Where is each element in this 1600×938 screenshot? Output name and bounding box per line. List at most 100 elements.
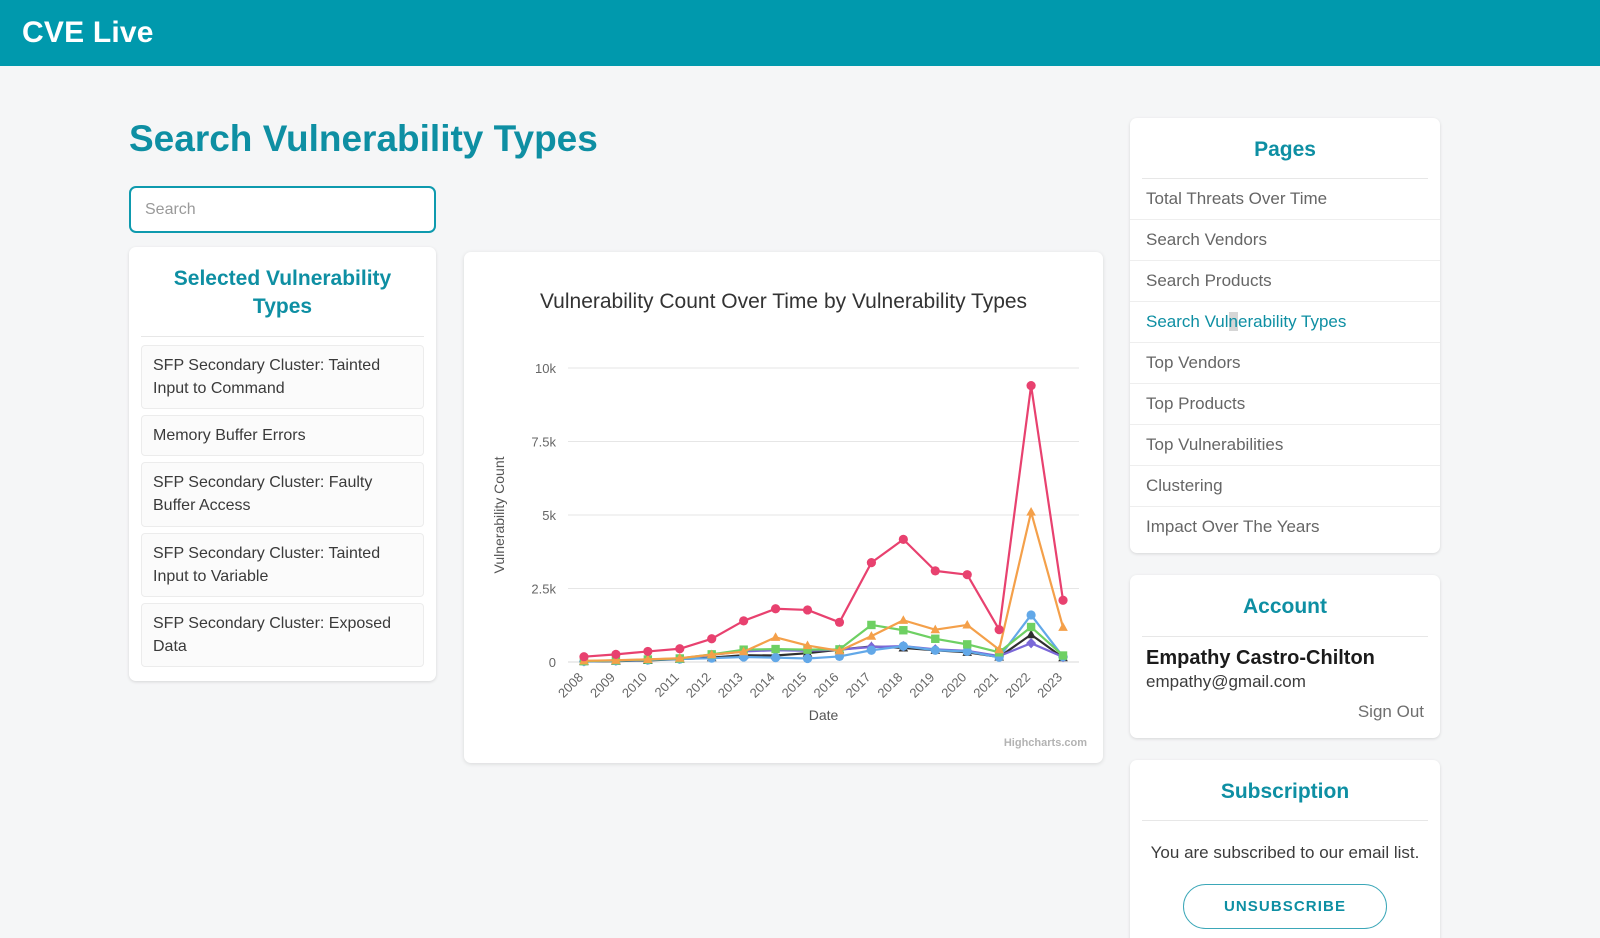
brand-title: CVE Live <box>22 16 154 50</box>
series-point[interactable] <box>899 535 908 544</box>
series-point[interactable] <box>579 652 588 661</box>
series-point[interactable] <box>931 566 940 575</box>
chart-series <box>579 610 1067 666</box>
app-header: CVE Live <box>0 0 1600 66</box>
sign-out-link[interactable]: Sign Out <box>1146 702 1424 722</box>
x-axis-tick-label: 2016 <box>811 670 842 701</box>
x-axis-tick-label: 2013 <box>715 670 746 701</box>
y-axis-tick-label: 5k <box>542 508 556 523</box>
subscription-body: You are subscribed to our email list. UN… <box>1130 821 1440 938</box>
series-point[interactable] <box>1026 638 1036 648</box>
series-point[interactable] <box>803 605 812 614</box>
x-axis-tick-label: 2010 <box>619 670 650 701</box>
series-point[interactable] <box>771 653 780 662</box>
unsubscribe-button[interactable]: UNSUBSCRIBE <box>1183 884 1387 929</box>
series-point[interactable] <box>611 650 620 659</box>
sidebar-item-total-threats-over-time[interactable]: Total Threats Over Time <box>1130 179 1440 220</box>
selected-types-heading: Selected Vulnerability Types <box>141 247 424 337</box>
y-axis-tick-label: 7.5k <box>531 435 556 450</box>
chart-plot[interactable]: 02.5k5k7.5k10k20082009201020112012201320… <box>464 252 1103 763</box>
series-point[interactable] <box>771 604 780 613</box>
series-point[interactable] <box>963 640 971 648</box>
x-axis-tick-label: 2009 <box>587 670 618 701</box>
series-point[interactable] <box>899 615 909 624</box>
series-point[interactable] <box>995 625 1004 634</box>
selected-type-item[interactable]: Memory Buffer Errors <box>141 415 424 456</box>
series-point[interactable] <box>1026 381 1035 390</box>
pages-card: Pages Total Threats Over TimeSearch Vend… <box>1130 118 1440 553</box>
sidebar-item-impact-over-the-years[interactable]: Impact Over The Years <box>1130 507 1440 547</box>
x-axis-tick-label: 2018 <box>874 670 905 701</box>
series-point[interactable] <box>771 645 779 653</box>
right-sidebar: Pages Total Threats Over TimeSearch Vend… <box>1130 118 1440 938</box>
x-axis-tick-label: 2015 <box>779 670 810 701</box>
page-body: Search Vulnerability Types Selected Vuln… <box>0 66 1600 938</box>
subscription-heading: Subscription <box>1142 760 1428 821</box>
series-point[interactable] <box>1059 651 1067 659</box>
search-input[interactable] <box>129 186 436 233</box>
selected-vulnerability-types-card: Selected Vulnerability Types SFP Seconda… <box>129 247 436 681</box>
series-point[interactable] <box>1058 596 1067 605</box>
sidebar-item-search-vulnerability-types[interactable]: Search Vulnerability Types <box>1130 302 1440 343</box>
selected-type-item[interactable]: SFP Secondary Cluster: Faulty Buffer Acc… <box>141 462 424 526</box>
x-axis-tick-label: 2008 <box>555 670 586 701</box>
account-heading: Account <box>1142 575 1428 636</box>
sidebar-item-top-vulnerabilities[interactable]: Top Vulnerabilities <box>1130 425 1440 466</box>
x-axis-tick-label: 2021 <box>970 670 1001 701</box>
series-point[interactable] <box>962 620 972 629</box>
series-point[interactable] <box>867 621 875 629</box>
sidebar-item-search-vendors[interactable]: Search Vendors <box>1130 220 1440 261</box>
series-point[interactable] <box>1058 622 1068 631</box>
sidebar-item-top-products[interactable]: Top Products <box>1130 384 1440 425</box>
account-body: Empathy Castro-Chilton empathy@gmail.com… <box>1130 637 1440 738</box>
selected-type-item[interactable]: SFP Secondary Cluster: Exposed Data <box>141 603 424 667</box>
selected-type-item[interactable]: SFP Secondary Cluster: Tainted Input to … <box>141 533 424 597</box>
x-axis-tick-label: 2023 <box>1034 670 1065 701</box>
y-axis-tick-label: 2.5k <box>531 582 556 597</box>
series-point[interactable] <box>963 570 972 579</box>
account-email: empathy@gmail.com <box>1146 672 1424 692</box>
x-axis-tick-label: 2020 <box>938 670 969 701</box>
selected-type-item[interactable]: SFP Secondary Cluster: Tainted Input to … <box>141 345 424 409</box>
x-axis-tick-label: 2017 <box>842 670 873 701</box>
pages-heading: Pages <box>1142 118 1428 179</box>
y-axis-title: Vulnerability Count <box>491 456 507 573</box>
series-point[interactable] <box>803 654 812 663</box>
series-point[interactable] <box>1027 623 1035 631</box>
chart-svg: 02.5k5k7.5k10k20082009201020112012201320… <box>464 252 1103 763</box>
series-point[interactable] <box>739 616 748 625</box>
series-point[interactable] <box>1026 610 1035 619</box>
series-point[interactable] <box>899 642 908 651</box>
series-point[interactable] <box>867 558 876 567</box>
series-point[interactable] <box>899 626 907 634</box>
sidebar-item-search-products[interactable]: Search Products <box>1130 261 1440 302</box>
x-axis-tick-label: 2022 <box>1002 670 1033 701</box>
series-line <box>584 512 1063 661</box>
y-axis-tick-label: 0 <box>549 655 556 670</box>
series-point[interactable] <box>931 646 940 655</box>
left-column: Search Vulnerability Types Selected Vuln… <box>129 118 439 681</box>
chart-series <box>579 381 1067 661</box>
series-point[interactable] <box>867 646 876 655</box>
series-point[interactable] <box>771 632 781 641</box>
y-axis-tick-label: 10k <box>535 361 556 376</box>
x-axis-tick-label: 2012 <box>683 670 714 701</box>
text-selection-highlight: n <box>1229 312 1238 331</box>
series-line <box>584 386 1063 657</box>
series-point[interactable] <box>931 635 939 643</box>
sidebar-item-top-vendors[interactable]: Top Vendors <box>1130 343 1440 384</box>
sidebar-item-clustering[interactable]: Clustering <box>1130 466 1440 507</box>
x-axis-tick-label: 2019 <box>906 670 937 701</box>
account-name: Empathy Castro-Chilton <box>1146 647 1424 670</box>
page-title: Search Vulnerability Types <box>129 118 439 160</box>
highcharts-credit[interactable]: Highcharts.com <box>1004 737 1087 749</box>
x-axis-tick-label: 2011 <box>652 670 682 700</box>
selected-types-list: SFP Secondary Cluster: Tainted Input to … <box>129 337 436 668</box>
series-point[interactable] <box>707 634 716 643</box>
x-axis-title: Date <box>809 707 839 723</box>
x-axis-tick-label: 2014 <box>747 670 778 701</box>
series-point[interactable] <box>643 647 652 656</box>
series-point[interactable] <box>675 644 684 653</box>
series-point[interactable] <box>835 618 844 627</box>
series-point[interactable] <box>1026 507 1036 516</box>
